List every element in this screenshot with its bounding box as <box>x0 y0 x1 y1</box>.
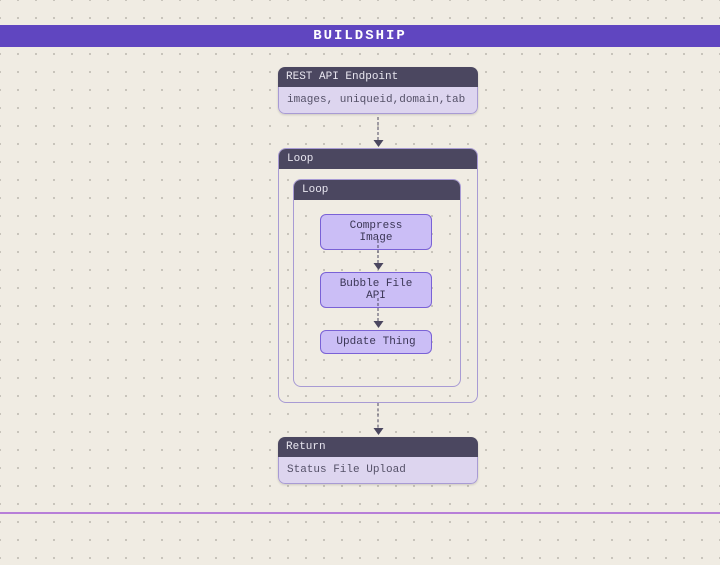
node-params: images, uniqueid,domain,tab <box>278 87 478 114</box>
app-title: BUILDSHIP <box>313 28 407 44</box>
arrow-connector <box>378 298 379 326</box>
node-loop-outer[interactable]: Loop Loop Compress Image Bubble File API… <box>278 148 478 403</box>
loop-inner-title: Loop <box>294 180 460 200</box>
step-label: Compress Image <box>350 220 403 244</box>
app-header: BUILDSHIP <box>0 25 720 47</box>
node-compress-image[interactable]: Compress Image <box>320 214 432 250</box>
node-bubble-file-api[interactable]: Bubble File API <box>320 272 432 308</box>
step-label: Update Thing <box>336 336 415 348</box>
node-body: Status File Upload <box>278 457 478 484</box>
arrow-connector <box>378 117 379 145</box>
node-title: REST API Endpoint <box>278 67 478 87</box>
loop-outer-title: Loop <box>279 149 477 169</box>
node-return[interactable]: Return Status File Upload <box>278 437 478 484</box>
arrow-connector <box>378 403 379 433</box>
node-update-thing[interactable]: Update Thing <box>320 330 432 354</box>
node-title: Return <box>278 437 478 457</box>
arrow-connector <box>378 240 379 268</box>
horizontal-accent-line <box>0 512 720 514</box>
step-label: Bubble File API <box>340 278 413 302</box>
workflow-canvas: REST API Endpoint images, uniqueid,domai… <box>0 47 720 541</box>
node-rest-endpoint[interactable]: REST API Endpoint images, uniqueid,domai… <box>278 67 478 114</box>
node-loop-inner[interactable]: Loop Compress Image Bubble File API Upda… <box>293 179 461 387</box>
